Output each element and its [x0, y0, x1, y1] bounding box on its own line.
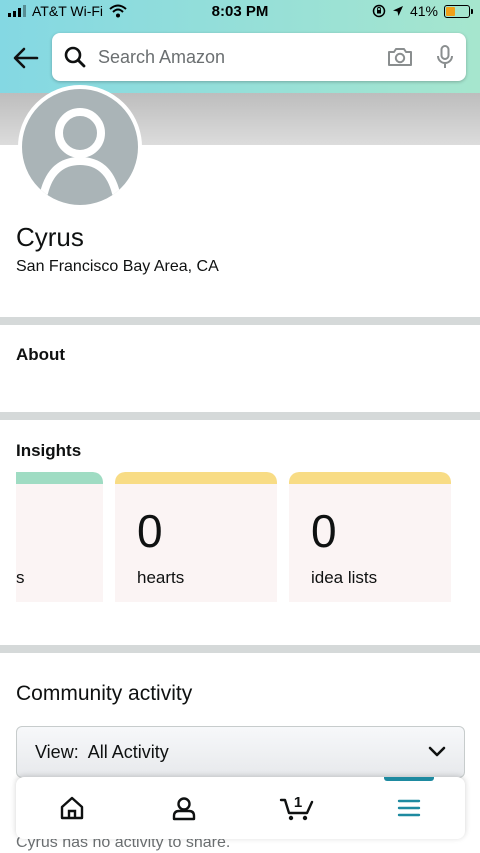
insights-carousel[interactable]: s 0 hearts 0 idea lists — [16, 472, 480, 602]
insight-label: hearts — [137, 568, 185, 587]
card-band — [289, 472, 451, 484]
nav-cart[interactable]: 1 — [241, 777, 353, 839]
activity-view-dropdown[interactable]: View: All Activity — [16, 726, 465, 778]
section-divider — [0, 317, 480, 325]
battery-icon — [444, 4, 473, 18]
wifi-icon — [109, 4, 127, 18]
about-heading: About — [16, 345, 66, 364]
insight-card-hearts[interactable]: 0 hearts — [115, 472, 277, 602]
status-right: 41% — [372, 3, 473, 19]
microphone-icon — [437, 45, 453, 68]
home-icon — [60, 796, 84, 820]
camera-icon — [388, 48, 412, 66]
back-button[interactable] — [10, 42, 42, 74]
camera-button[interactable] — [386, 46, 414, 68]
chevron-down-icon — [428, 746, 446, 757]
insight-card[interactable]: s — [16, 472, 103, 602]
section-divider — [0, 645, 480, 653]
back-arrow-icon — [13, 47, 39, 69]
status-bar: AT&T Wi-Fi 8:03 PM 41% — [0, 0, 480, 26]
avatar[interactable] — [18, 85, 142, 209]
carrier-label: AT&T Wi-Fi — [32, 3, 104, 19]
menu-icon — [397, 799, 421, 817]
account-icon — [173, 797, 196, 821]
search-icon — [64, 46, 86, 68]
location-icon — [392, 6, 403, 16]
dropdown-value: View: All Activity — [35, 741, 169, 762]
default-avatar-icon — [40, 108, 120, 197]
insight-card-idea-lists[interactable]: 0 idea lists — [289, 472, 451, 602]
nav-account[interactable] — [128, 777, 240, 839]
nav-home[interactable] — [16, 777, 128, 839]
card-band — [16, 472, 103, 484]
profile-location: San Francisco Bay Area, CA — [16, 258, 219, 275]
bottom-nav: 1 — [16, 777, 465, 839]
orientation-lock-icon — [372, 4, 386, 18]
profile-name: Cyrus — [16, 222, 84, 252]
insight-value: 0 — [311, 505, 337, 557]
battery-percent: 41% — [409, 3, 438, 19]
cart-count: 1 — [293, 794, 301, 811]
nav-menu[interactable] — [353, 777, 465, 839]
insights-heading: Insights — [16, 441, 82, 460]
search-input[interactable]: Search Amazon — [52, 33, 466, 81]
card-band — [115, 472, 277, 484]
status-left: AT&T Wi-Fi — [8, 3, 127, 19]
header: AT&T Wi-Fi 8:03 PM 41% Search Amazon — [0, 0, 480, 93]
search-placeholder: Search Amazon — [98, 46, 226, 67]
community-activity-heading: Community activity — [16, 682, 193, 705]
microphone-button[interactable] — [436, 44, 454, 70]
insight-value: 0 — [137, 505, 163, 557]
insight-label: s — [16, 568, 25, 587]
section-divider — [0, 412, 480, 420]
signal-icon — [8, 5, 26, 17]
insight-label: idea lists — [311, 568, 378, 587]
cart-icon: 1 — [279, 794, 313, 821]
